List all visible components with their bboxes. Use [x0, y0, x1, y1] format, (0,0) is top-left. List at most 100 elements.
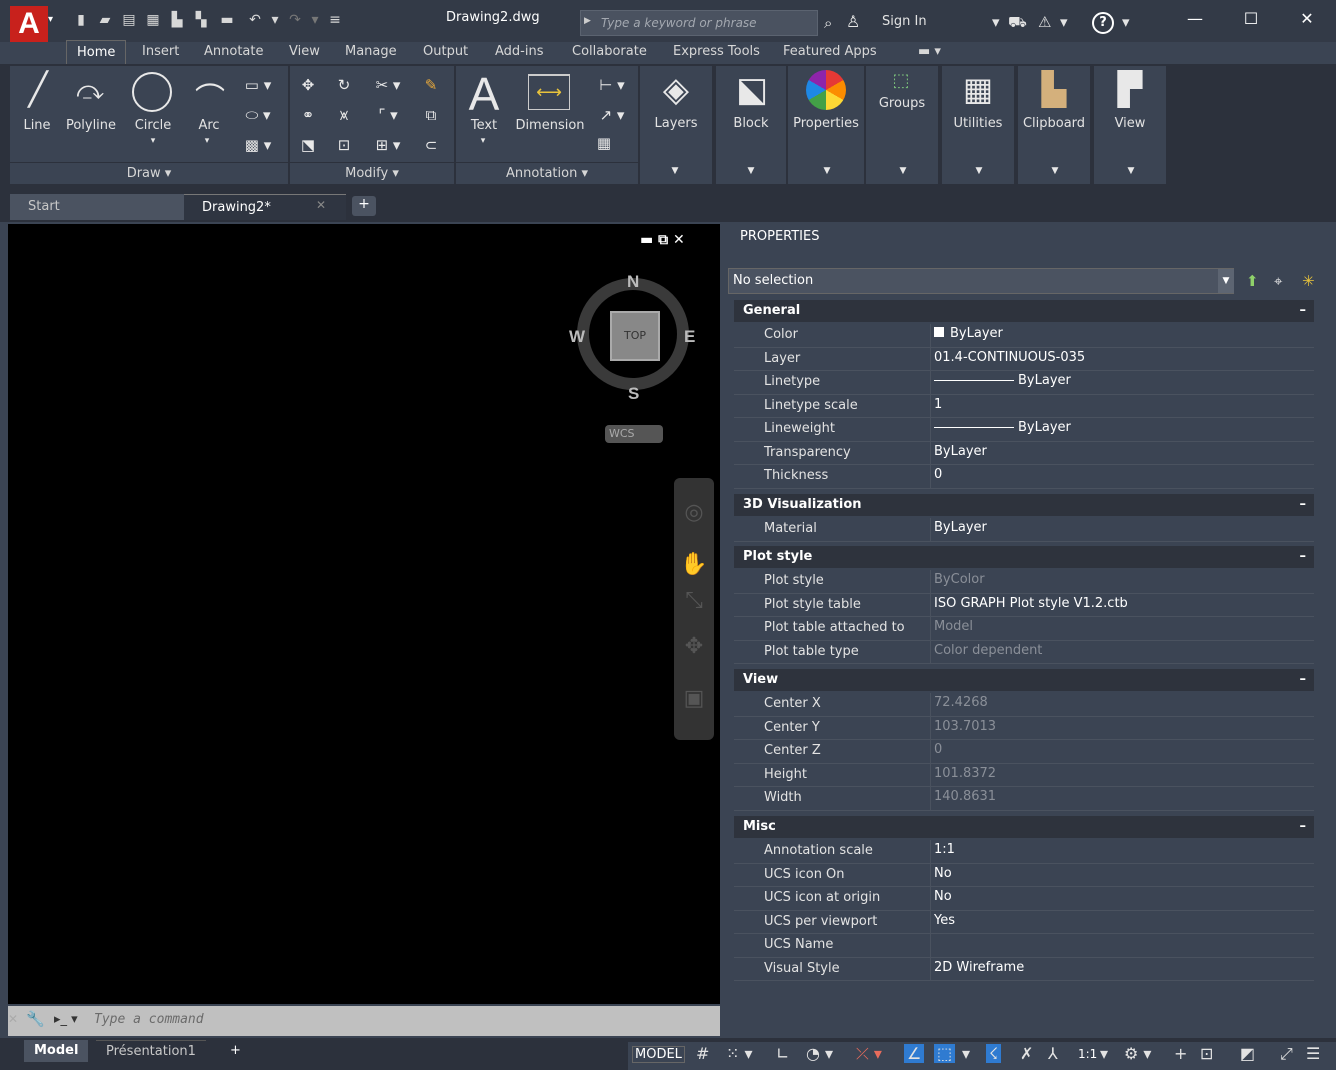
- property-value[interactable]: 2D Wireframe: [934, 960, 1024, 975]
- section-header[interactable]: General –: [734, 300, 1314, 322]
- wrench-icon[interactable]: 🔧: [26, 1010, 45, 1028]
- wcs-menu[interactable]: WCS: [605, 425, 663, 443]
- tab-collaborate[interactable]: Collaborate: [572, 40, 647, 64]
- property-value[interactable]: ByLayer: [934, 373, 1071, 388]
- save-as-icon[interactable]: ▦: [144, 11, 162, 29]
- compass-south[interactable]: S: [628, 384, 639, 404]
- undo-icon[interactable]: ↶: [246, 11, 264, 29]
- property-value[interactable]: 01.4-CONTINUOUS-035: [934, 350, 1085, 365]
- customize-menu-icon[interactable]: ☰: [1306, 1044, 1320, 1063]
- property-row[interactable]: Center Z 0: [734, 740, 1314, 764]
- pan-icon[interactable]: ✋: [674, 552, 714, 577]
- circle-icon[interactable]: [132, 72, 172, 112]
- annotation-panel-title[interactable]: Annotation ▾: [456, 162, 638, 184]
- property-row[interactable]: Width 140.8631: [734, 787, 1314, 811]
- search-input[interactable]: Type a keyword or phrase: [580, 10, 818, 36]
- property-value[interactable]: 0: [934, 742, 942, 757]
- chevron-down-icon[interactable]: ▾: [1100, 1044, 1108, 1063]
- autodesk-app-icon[interactable]: ⚠: [1038, 13, 1051, 31]
- modify-panel-title[interactable]: Modify ▾: [290, 162, 454, 184]
- explode-icon[interactable]: ⧉: [418, 106, 444, 124]
- plot-icon[interactable]: ▬: [218, 11, 236, 29]
- property-value[interactable]: 72.4268: [934, 695, 988, 710]
- chevron-down-icon[interactable]: ▼: [670, 166, 680, 176]
- arc-button[interactable]: Arc: [192, 118, 226, 133]
- selection-dropdown[interactable]: No selection: [728, 268, 1234, 294]
- hatch-icon[interactable]: ▩ ▾: [240, 136, 276, 154]
- fillet-icon[interactable]: ⌜ ▾: [368, 106, 408, 124]
- property-row[interactable]: UCS per viewport Yes: [734, 910, 1314, 934]
- tab-manage[interactable]: Manage: [345, 40, 397, 64]
- chevron-down-icon[interactable]: ▼: [822, 166, 832, 176]
- property-value[interactable]: 103.7013: [934, 719, 996, 734]
- annotation-scale-icon[interactable]: ⅄: [1048, 1044, 1058, 1063]
- chevron-down-icon[interactable]: ▾: [204, 136, 210, 146]
- chevron-down-icon[interactable]: ▼: [1126, 166, 1136, 176]
- command-input[interactable]: Type a command: [94, 1012, 204, 1027]
- chevron-down-icon[interactable]: ▾: [1122, 13, 1130, 31]
- collapse-icon[interactable]: –: [1300, 816, 1307, 838]
- property-value[interactable]: Model: [934, 619, 973, 634]
- property-value[interactable]: 101.8372: [934, 766, 996, 781]
- tab-model[interactable]: Model: [24, 1040, 89, 1062]
- property-value[interactable]: 0: [934, 467, 942, 482]
- quick-select-icon[interactable]: ✳: [1302, 272, 1315, 290]
- tab-presentation1[interactable]: Présentation1: [96, 1040, 206, 1062]
- tab-featured-apps[interactable]: Featured Apps: [783, 40, 877, 64]
- copy-icon[interactable]: ⚭: [296, 106, 320, 124]
- mirror-icon[interactable]: ⩙: [332, 106, 356, 124]
- line-button[interactable]: Line: [20, 118, 54, 133]
- array-icon[interactable]: ⊞ ▾: [368, 136, 408, 154]
- property-value[interactable]: Color dependent: [934, 643, 1042, 658]
- maximize-button[interactable]: ☐: [1236, 6, 1266, 32]
- object-snap-tracking-icon[interactable]: ∠: [904, 1044, 925, 1063]
- property-value[interactable]: No: [934, 866, 952, 881]
- object-snap-icon[interactable]: ⬚: [934, 1044, 956, 1063]
- property-row[interactable]: Linetype scale 1: [734, 394, 1314, 418]
- undo-dropdown-icon[interactable]: ▾: [266, 11, 284, 29]
- plus-icon[interactable]: +: [1174, 1044, 1187, 1063]
- tab-add-ins[interactable]: Add-ins: [495, 40, 543, 64]
- tab-view[interactable]: View: [289, 40, 320, 64]
- section-header[interactable]: View –: [734, 669, 1314, 691]
- chevron-down-icon[interactable]: ▼: [898, 166, 908, 176]
- property-row[interactable]: Lineweight ByLayer: [734, 418, 1314, 442]
- property-row[interactable]: Color ByLayer: [734, 324, 1314, 348]
- steering-wheel-icon[interactable]: ◎: [674, 500, 714, 525]
- grid-icon[interactable]: #: [696, 1044, 709, 1063]
- isodraft-icon[interactable]: ⤫ ▾: [856, 1044, 882, 1064]
- property-row[interactable]: Visual Style 2D Wireframe: [734, 957, 1314, 981]
- dimension-icon[interactable]: ⟷: [528, 74, 570, 110]
- section-header[interactable]: 3D Visualization –: [734, 494, 1314, 516]
- tab-output[interactable]: Output: [423, 40, 468, 64]
- linear-dim-icon[interactable]: ⊢ ▾: [592, 76, 632, 94]
- user-icon[interactable]: ♙: [846, 12, 860, 31]
- dimension-button[interactable]: Dimension: [512, 118, 588, 133]
- offset-icon[interactable]: ⊂: [418, 136, 444, 154]
- chevron-down-icon[interactable]: ▼: [974, 166, 984, 176]
- gear-icon[interactable]: ⚙ ▾: [1124, 1044, 1151, 1063]
- save-web-icon[interactable]: ▚: [192, 11, 210, 29]
- prompt-icon[interactable]: ▸_ ▾: [54, 1012, 78, 1027]
- tab-annotate[interactable]: Annotate: [204, 40, 263, 64]
- close-tab-icon[interactable]: ✕: [316, 198, 326, 212]
- model-space-button[interactable]: MODEL: [632, 1046, 685, 1063]
- collapse-icon[interactable]: –: [1300, 300, 1307, 322]
- app-menu-button[interactable]: A: [10, 6, 48, 42]
- expand-arrow-icon[interactable]: ▶: [584, 16, 591, 26]
- toggle-pickadd-icon[interactable]: ⬆: [1246, 272, 1259, 290]
- compass-east[interactable]: E: [684, 327, 695, 347]
- customize-qat-icon[interactable]: ≡: [326, 11, 344, 29]
- property-value[interactable]: ByLayer: [934, 326, 1003, 341]
- chevron-down-icon[interactable]: ▾: [992, 13, 1000, 31]
- viewport-controls[interactable]: ▬ ⧉ ✕: [640, 232, 685, 248]
- new-tab-icon[interactable]: +: [352, 196, 376, 216]
- arc-icon[interactable]: ⌒: [190, 74, 230, 118]
- ortho-icon[interactable]: ∟: [776, 1044, 789, 1063]
- property-row[interactable]: Thickness 0: [734, 465, 1314, 489]
- property-row[interactable]: Center Y 103.7013: [734, 716, 1314, 740]
- open-folder-icon[interactable]: ▰: [96, 11, 114, 29]
- sign-in-link[interactable]: Sign In: [882, 14, 927, 29]
- property-row[interactable]: Transparency ByLayer: [734, 441, 1314, 465]
- property-row[interactable]: Center X 72.4268: [734, 693, 1314, 717]
